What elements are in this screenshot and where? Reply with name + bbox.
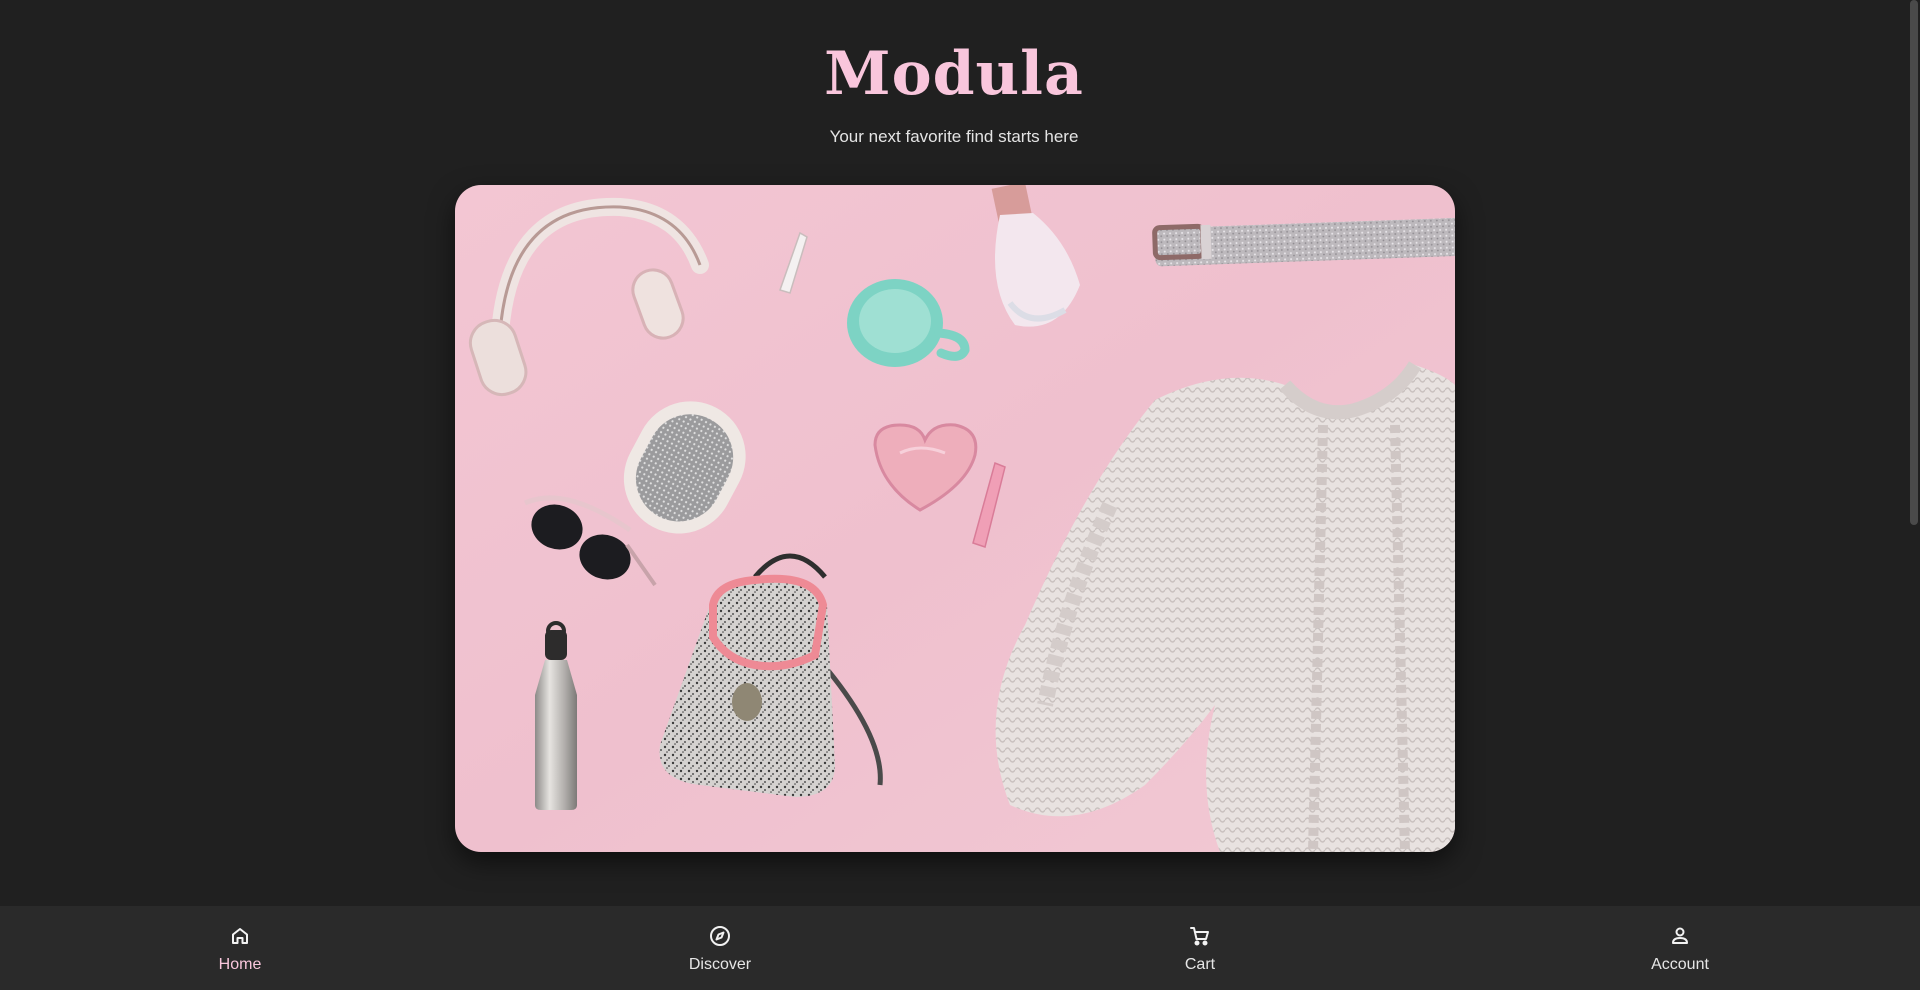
app-page: Modula Your next favorite find starts he… bbox=[0, 0, 1920, 990]
person-icon bbox=[1668, 924, 1692, 948]
compass-icon bbox=[708, 924, 732, 948]
nav-label-discover: Discover bbox=[688, 955, 752, 973]
nav-item-home[interactable]: Home bbox=[0, 906, 480, 990]
cart-icon bbox=[1188, 924, 1212, 948]
scrollbar-thumb[interactable] bbox=[1910, 0, 1918, 525]
nav-item-discover[interactable]: Discover bbox=[480, 906, 960, 990]
nav-label-account: Account bbox=[1651, 955, 1709, 973]
hero-illustration bbox=[455, 185, 1455, 852]
nav-item-cart[interactable]: Cart bbox=[960, 906, 1440, 990]
home-icon bbox=[228, 924, 252, 948]
tagline: Your next favorite find starts here bbox=[829, 127, 1079, 146]
nav-item-account[interactable]: Account bbox=[1440, 906, 1920, 990]
bottom-nav: Home Discover Cart Account bbox=[0, 906, 1920, 990]
nav-label-home: Home bbox=[218, 955, 262, 973]
scrollbar[interactable] bbox=[1910, 0, 1918, 990]
hero-image bbox=[455, 185, 1455, 852]
brand-title: Modula bbox=[824, 39, 1084, 109]
nav-label-cart: Cart bbox=[1184, 955, 1216, 973]
